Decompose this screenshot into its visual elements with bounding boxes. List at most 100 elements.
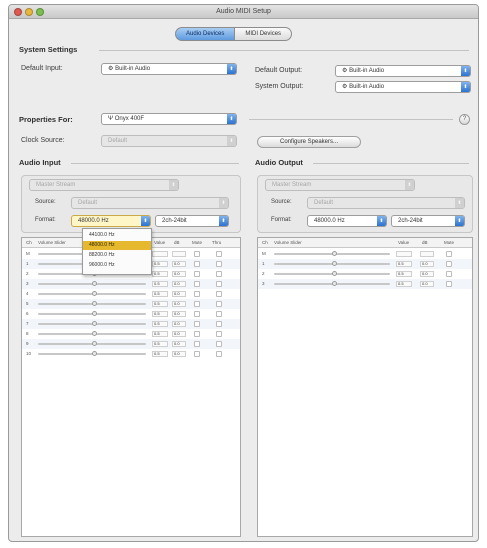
volume-slider[interactable] [38,341,146,346]
db-field[interactable]: 0.0 [420,271,434,277]
properties-for-popup[interactable]: Ψ Onyx 400F ⬍ [101,113,237,125]
volume-slider[interactable] [38,311,146,316]
thru-checkbox[interactable] [216,341,222,347]
mute-checkbox[interactable] [194,281,200,287]
volume-slider[interactable] [38,351,146,356]
volume-slider[interactable] [274,251,390,256]
system-output-popup[interactable]: ⚙ Built-in Audio ⬍ [335,81,471,93]
value-field[interactable]: 0.5 [396,271,412,277]
mute-checkbox[interactable] [194,301,200,307]
mute-checkbox[interactable] [194,321,200,327]
thru-checkbox[interactable] [216,301,222,307]
volume-slider-knob[interactable] [332,261,337,266]
mute-checkbox[interactable] [194,311,200,317]
value-field[interactable] [396,251,412,257]
value-field[interactable]: 0.5 [152,321,168,327]
volume-slider[interactable] [274,281,390,286]
tab-audio-devices[interactable]: Audio Devices [175,27,236,41]
volume-slider[interactable] [274,261,390,266]
value-field[interactable]: 0.5 [152,331,168,337]
output-source-popup[interactable]: Default ⬍ [307,197,465,209]
mute-checkbox[interactable] [194,261,200,267]
value-field[interactable]: 0.5 [396,281,412,287]
input-format-rate-popup[interactable]: 48000.0 Hz ⬍ [71,215,151,227]
value-field[interactable]: 0.5 [396,261,412,267]
clock-source-popup[interactable]: Default ⬍ [101,135,237,147]
value-field[interactable]: 0.5 [152,301,168,307]
volume-slider[interactable] [38,281,146,286]
volume-slider-knob[interactable] [92,341,97,346]
volume-slider-knob[interactable] [332,281,337,286]
audio-output-channel-table[interactable]: Ch Volume Slider Value dB Mute M 1 0.5 0.0 2… [257,237,473,537]
thru-checkbox[interactable] [216,331,222,337]
db-field[interactable]: 0.0 [172,261,186,267]
db-field[interactable]: 0.0 [172,341,186,347]
thru-checkbox[interactable] [216,291,222,297]
mute-checkbox[interactable] [446,261,452,267]
volume-slider-knob[interactable] [92,331,97,336]
mute-checkbox[interactable] [446,281,452,287]
mute-checkbox[interactable] [194,351,200,357]
tab-midi-devices[interactable]: MIDI Devices [235,27,293,41]
mute-checkbox[interactable] [194,341,200,347]
configure-speakers-button[interactable]: Configure Speakers... [257,136,361,148]
mute-checkbox[interactable] [194,271,200,277]
mute-checkbox[interactable] [194,251,200,257]
default-input-popup[interactable]: ⚙ Built-in Audio ⬍ [101,63,237,75]
value-field[interactable]: 0.5 [152,341,168,347]
sample-rate-option[interactable]: 44100.0 Hz [83,231,151,240]
volume-slider-knob[interactable] [92,281,97,286]
db-field[interactable] [172,251,186,257]
sample-rate-option[interactable]: 88200.0 Hz [83,251,151,260]
output-format-bits-popup[interactable]: 2ch-24bit ⬍ [391,215,465,227]
value-field[interactable]: 0.5 [152,311,168,317]
thru-checkbox[interactable] [216,251,222,257]
volume-slider-knob[interactable] [92,311,97,316]
input-source-popup[interactable]: Default ⬍ [71,197,229,209]
volume-slider-knob[interactable] [92,291,97,296]
output-format-rate-popup[interactable]: 48000.0 Hz ⬍ [307,215,387,227]
audio-input-channel-table[interactable]: Ch Volume Slider Value dB Mute Thru M 1 0.… [21,237,241,537]
help-button[interactable]: ? [459,114,470,125]
volume-slider[interactable] [38,291,146,296]
value-field[interactable]: 0.5 [152,261,168,267]
volume-slider-knob[interactable] [92,301,97,306]
thru-checkbox[interactable] [216,311,222,317]
db-field[interactable]: 0.0 [172,281,186,287]
volume-slider-knob[interactable] [332,271,337,276]
value-field[interactable] [152,251,168,257]
volume-slider-knob[interactable] [332,251,337,256]
db-field[interactable]: 0.0 [172,291,186,297]
volume-slider[interactable] [274,271,390,276]
db-field[interactable]: 0.0 [172,271,186,277]
output-master-stream-popup[interactable]: Master Stream ⬍ [265,179,415,191]
value-field[interactable]: 0.5 [152,281,168,287]
thru-checkbox[interactable] [216,281,222,287]
volume-slider[interactable] [38,331,146,336]
db-field[interactable]: 0.0 [420,261,434,267]
mute-checkbox[interactable] [446,271,452,277]
volume-slider[interactable] [38,301,146,306]
db-field[interactable]: 0.0 [172,331,186,337]
sample-rate-option[interactable]: 96000.0 Hz [83,261,151,270]
input-format-bits-popup[interactable]: 2ch-24bit ⬍ [155,215,229,227]
default-output-popup[interactable]: ⚙ Built-in Audio ⬍ [335,65,471,77]
thru-checkbox[interactable] [216,351,222,357]
thru-checkbox[interactable] [216,321,222,327]
thru-checkbox[interactable] [216,261,222,267]
db-field[interactable]: 0.0 [172,321,186,327]
volume-slider[interactable] [38,321,146,326]
value-field[interactable]: 0.5 [152,271,168,277]
mute-checkbox[interactable] [194,291,200,297]
thru-checkbox[interactable] [216,271,222,277]
db-field[interactable] [420,251,434,257]
volume-slider-knob[interactable] [92,321,97,326]
value-field[interactable]: 0.5 [152,351,168,357]
db-field[interactable]: 0.0 [172,301,186,307]
mute-checkbox[interactable] [446,251,452,257]
db-field[interactable]: 0.0 [172,311,186,317]
value-field[interactable]: 0.5 [152,291,168,297]
input-master-stream-popup[interactable]: Master Stream ⬍ [29,179,179,191]
volume-slider-knob[interactable] [92,351,97,356]
sample-rate-option-selected[interactable]: 48000.0 Hz [83,241,151,250]
